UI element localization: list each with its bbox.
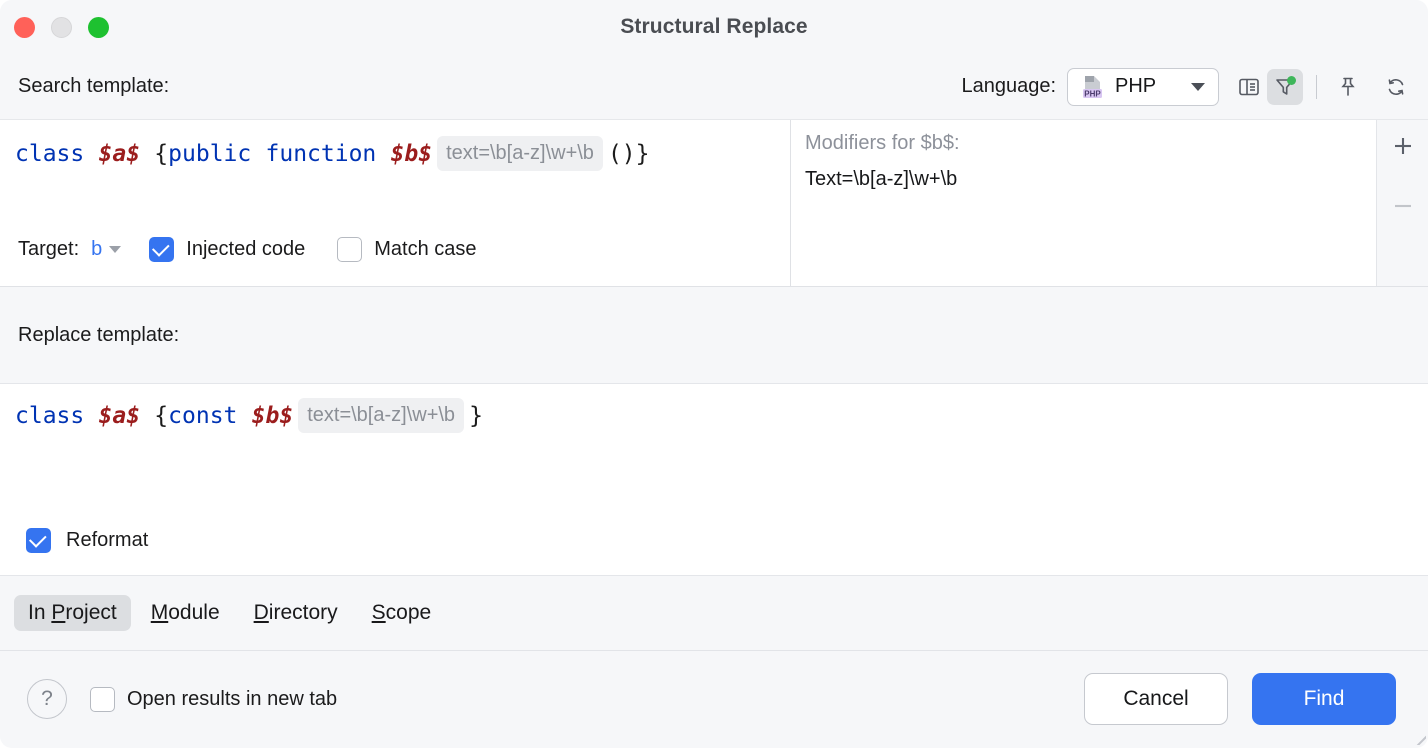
language-label: Language: <box>961 75 1056 98</box>
resize-handle[interactable] <box>1412 731 1426 745</box>
modifiers-title: Modifiers for $b$: <box>805 132 960 155</box>
language-value: PHP <box>1115 75 1156 98</box>
code-variable-a: $a$ <box>99 137 141 171</box>
minimize-window-button[interactable] <box>51 17 72 38</box>
chevron-down-icon[interactable] <box>109 246 121 253</box>
code-variable-a: $a$ <box>99 399 141 433</box>
target-select-value[interactable]: b <box>91 238 102 261</box>
reset-icon[interactable] <box>1378 69 1414 105</box>
code-variable-b: $b$ <box>252 399 294 433</box>
chevron-down-icon <box>1191 83 1205 91</box>
code-tail: } <box>469 399 483 433</box>
code-brace-open: { <box>154 399 168 433</box>
footer-actions: Cancel Find <box>1084 673 1396 725</box>
traffic-lights <box>14 17 109 38</box>
modifiers-value[interactable]: Text=\b[a-z]\w+\b <box>805 168 957 191</box>
scope-tab-mnemonic: D <box>254 601 269 624</box>
search-template-editor[interactable]: class $a$ { public function $b$ text=\b[… <box>0 120 791 286</box>
scope-tab-suffix: irectory <box>269 601 338 624</box>
check-icon <box>29 530 47 548</box>
scope-tab-mnemonic: S <box>372 601 386 624</box>
injected-code-checkbox[interactable] <box>149 237 174 262</box>
reformat-checkbox[interactable] <box>26 528 51 553</box>
code-keyword-public: public <box>168 137 251 171</box>
reformat-label: Reformat <box>66 529 148 552</box>
split-panel-icon[interactable] <box>1231 69 1267 105</box>
search-template-toolbar: Search template: Language: PHP PHP <box>0 54 1428 119</box>
open-results-new-tab-label: Open results in new tab <box>127 688 337 711</box>
maximize-window-button[interactable] <box>88 17 109 38</box>
scope-tab-suffix: cope <box>386 601 432 624</box>
cancel-button[interactable]: Cancel <box>1084 673 1228 725</box>
scope-tab-module[interactable]: Module <box>137 595 234 631</box>
search-variable-filter-badge[interactable]: text=\b[a-z]\w+\b <box>437 136 603 171</box>
add-modifier-button[interactable] <box>1389 132 1417 160</box>
page-title: Structural Replace <box>0 15 1428 39</box>
toolbar-right-group: Language: PHP PHP <box>961 68 1414 106</box>
replace-template-code: class $a$ { const $b$ text=\b[a-z]\w+\b … <box>15 398 483 433</box>
code-variable-b: $b$ <box>391 137 433 171</box>
filter-icon[interactable] <box>1267 69 1303 105</box>
find-button[interactable]: Find <box>1252 673 1396 725</box>
close-window-button[interactable] <box>14 17 35 38</box>
search-template-label: Search template: <box>18 75 169 98</box>
pin-icon[interactable] <box>1330 69 1366 105</box>
dialog-footer: ? Open results in new tab Cancel Find <box>0 651 1428 747</box>
language-select[interactable]: PHP PHP <box>1067 68 1219 106</box>
replace-template-header: Replace template: <box>0 287 1428 384</box>
injected-code-label: Injected code <box>186 238 305 261</box>
target-options-row: Target: b Injected code Match case <box>18 237 509 262</box>
match-case-label: Match case <box>374 238 476 261</box>
target-label: Target: <box>18 238 79 261</box>
code-tail: ()} <box>608 137 650 171</box>
scope-tab-mnemonic: P <box>51 601 65 624</box>
check-icon <box>152 239 170 257</box>
replace-template-editor[interactable]: class $a$ { const $b$ text=\b[a-z]\w+\b … <box>0 384 1428 576</box>
search-template-code: class $a$ { public function $b$ text=\b[… <box>15 136 649 171</box>
code-keyword-class: class <box>15 137 84 171</box>
reformat-option-row: Reformat <box>26 528 148 553</box>
svg-text:PHP: PHP <box>1084 89 1101 98</box>
structural-replace-dialog: Structural Replace Search template: Lang… <box>0 0 1428 748</box>
search-editor-area: class $a$ { public function $b$ text=\b[… <box>0 119 1428 287</box>
open-results-new-tab-checkbox[interactable] <box>90 687 115 712</box>
code-keyword-class: class <box>15 399 84 433</box>
code-brace-open: { <box>154 137 168 171</box>
scope-tab-mnemonic: M <box>151 601 169 624</box>
title-bar: Structural Replace <box>0 0 1428 54</box>
scope-tab-scope[interactable]: Scope <box>358 595 446 631</box>
scope-tab-in-project[interactable]: In Project <box>14 595 131 631</box>
code-keyword-function: function <box>266 137 377 171</box>
scope-tab-suffix: roject <box>65 601 116 624</box>
modifiers-panel: Modifiers for $b$: Text=\b[a-z]\w+\b <box>791 120 1428 286</box>
scope-tab-suffix: odule <box>168 601 219 624</box>
modifiers-side-toolbar <box>1376 120 1428 286</box>
code-keyword-const: const <box>168 399 237 433</box>
php-file-icon: PHP <box>1080 74 1106 100</box>
help-button[interactable]: ? <box>27 679 67 719</box>
scope-tab-bar: In Project Module Directory Scope <box>0 576 1428 651</box>
replace-template-label: Replace template: <box>18 324 179 347</box>
scope-tab-directory[interactable]: Directory <box>240 595 352 631</box>
remove-modifier-button[interactable] <box>1389 192 1417 220</box>
match-case-checkbox[interactable] <box>337 237 362 262</box>
toolbar-divider <box>1316 75 1317 99</box>
scope-tab-prefix: In <box>28 601 51 624</box>
replace-variable-filter-badge[interactable]: text=\b[a-z]\w+\b <box>298 398 464 433</box>
filter-active-dot <box>1287 76 1296 85</box>
